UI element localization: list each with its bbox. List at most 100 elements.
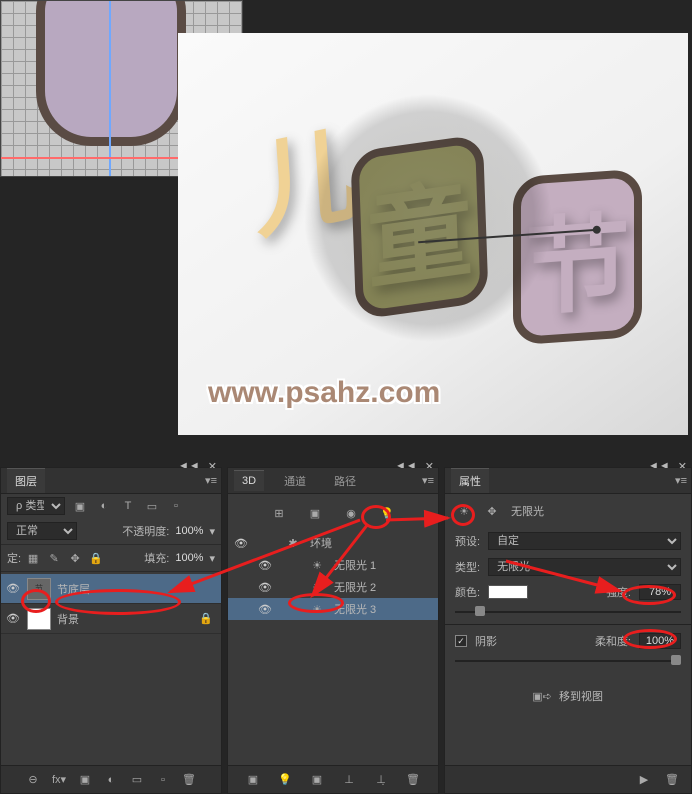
layer-item-bg[interactable]: 👁 背景 🔒 (1, 604, 221, 634)
move-view-label[interactable]: 移到视图 (559, 688, 603, 704)
3d-item-light3[interactable]: 👁 ☀ 无限光 3 (228, 598, 438, 620)
preset-label: 预设: (455, 533, 480, 549)
layer-thumb: 节 (27, 578, 51, 600)
camera-icon[interactable]: ▣ (308, 771, 326, 789)
tab-paths[interactable]: 路径 (326, 469, 364, 493)
slider-thumb[interactable] (671, 655, 681, 665)
lock-all-icon[interactable]: 🔒 (87, 549, 105, 567)
color-swatch[interactable] (488, 585, 528, 599)
visibility-icon[interactable]: 👁 (258, 581, 272, 594)
filter-type-icon[interactable]: T (119, 497, 137, 515)
props-tab-bar: 属性 ▾≡ (445, 468, 691, 494)
visibility-icon[interactable]: 👁 (258, 603, 272, 616)
tab-3d[interactable]: 3D (234, 470, 264, 491)
group-icon[interactable]: ▭ (128, 771, 146, 789)
blend-row: 正常 不透明度: 100%▾ (1, 518, 221, 545)
filter-scene-icon[interactable]: ⊞ (270, 504, 288, 522)
type-select[interactable]: 无限光 (488, 558, 681, 576)
opacity-chevron[interactable]: ▾ (209, 525, 215, 538)
intensity-label: 强度: (606, 584, 631, 600)
lock-label: 定: (7, 550, 21, 566)
softness-slider[interactable] (455, 655, 681, 667)
ground-icon[interactable]: ⊥ (340, 771, 358, 789)
visibility-icon[interactable]: 👁 (5, 582, 21, 595)
intensity-input[interactable] (639, 584, 681, 600)
intensity-slider[interactable] (455, 606, 681, 618)
env-icon: ✱ (286, 537, 300, 550)
tab-layers[interactable]: 图层 (7, 468, 45, 493)
panel-menu-icon[interactable]: ▾≡ (205, 474, 217, 487)
trash-icon[interactable]: 🗑 (663, 771, 681, 789)
filter-light-icon[interactable]: 💡 (378, 504, 396, 522)
mask-icon[interactable]: ▣ (76, 771, 94, 789)
visibility-icon[interactable]: 👁 (5, 612, 21, 625)
opacity-label: 不透明度: (122, 523, 169, 539)
type-row: 类型: 无限光 (445, 554, 691, 580)
canvas-main[interactable]: 儿 童 节 www.psahz.com (178, 33, 688, 435)
light-icon: ☀ (310, 581, 324, 594)
watermark-main: www.psahz.com (208, 376, 440, 410)
tab-properties[interactable]: 属性 (451, 468, 489, 493)
opacity-value[interactable]: 100% (172, 525, 206, 537)
color-row: 颜色: 强度: (445, 580, 691, 604)
visibility-icon[interactable]: 👁 (258, 559, 272, 572)
light-icon: ☀ (310, 559, 324, 572)
filter-smart-icon[interactable]: ▫ (167, 497, 185, 515)
panel-menu-icon[interactable]: ▾≡ (422, 474, 434, 487)
3d-item-env[interactable]: 👁 ✱ 环境 (228, 532, 438, 554)
fx-icon[interactable]: fx▾ (50, 771, 68, 789)
shadow-label: 阴影 (475, 633, 497, 649)
tab-channels[interactable]: 通道 (276, 469, 314, 493)
layer-name[interactable]: 背景 (57, 611, 79, 627)
move-view-icon[interactable]: ▣➪ (533, 687, 551, 705)
visibility-icon[interactable]: 👁 (234, 537, 248, 550)
filter-material-icon[interactable]: ◉ (342, 504, 360, 522)
lock-paint-icon[interactable]: ✎ (45, 549, 63, 567)
lock-trans-icon[interactable]: ▦ (24, 549, 42, 567)
render-icon[interactable]: ▶ (635, 771, 653, 789)
panel-menu-icon[interactable]: ▾≡ (675, 474, 687, 487)
item-label: 环境 (310, 535, 332, 551)
light-gizmo[interactable] (303, 93, 553, 343)
render-icon[interactable]: ▣ (244, 771, 262, 789)
light-new-icon[interactable]: 💡 (276, 771, 294, 789)
panel-row: ◄◄✕ 图层 ▾≡ ρ 类型 ▣ ◐ T ▭ ▫ 正常 不透明度: 100%▾ … (0, 467, 692, 794)
adjustment-icon[interactable]: ◐ (102, 771, 120, 789)
link-icon[interactable]: ⊖ (24, 771, 42, 789)
shadow-checkbox[interactable]: ✓ (455, 635, 467, 647)
fill-value[interactable]: 100% (172, 552, 206, 564)
layer-name[interactable]: 节底层 (57, 581, 90, 597)
layer-kind-select[interactable]: ρ 类型 (7, 497, 65, 515)
shadow-row: ✓ 阴影 柔和度: (445, 629, 691, 653)
lock-row: 定: ▦ ✎ ✥ 🔒 填充: 100%▾ (1, 545, 221, 572)
coord-cat-icon[interactable]: ✥ (483, 502, 501, 520)
3d-item-list: 👁 ✱ 环境 👁 ☀ 无限光 1 👁 ☀ 无限光 2 👁 ☀ (228, 530, 438, 622)
properties-panel: ◄◄✕ 属性 ▾≡ ☀ ✥ 无限光 预设: 自定 类型: 无限光 颜色: 强度:… (444, 467, 692, 794)
3d-item-light2[interactable]: 👁 ☀ 无限光 2 (228, 576, 438, 598)
filter-adjust-icon[interactable]: ◐ (95, 497, 113, 515)
type-label: 类型: (455, 559, 480, 575)
divider (445, 624, 691, 625)
filter-shape-icon[interactable]: ▭ (143, 497, 161, 515)
layer-thumb (27, 608, 51, 630)
slider-thumb[interactable] (475, 606, 485, 616)
preset-row: 预设: 自定 (445, 528, 691, 554)
layer-item-1[interactable]: 👁 节 节底层 (1, 574, 221, 604)
blend-mode-select[interactable]: 正常 (7, 522, 77, 540)
fill-chevron[interactable]: ▾ (209, 552, 215, 565)
softness-label: 柔和度: (595, 633, 631, 649)
filter-mesh-icon[interactable]: ▣ (306, 504, 324, 522)
light-icon: ☀ (310, 603, 324, 616)
new-layer-icon[interactable]: ▫ (154, 771, 172, 789)
3d-item-light1[interactable]: 👁 ☀ 无限光 1 (228, 554, 438, 576)
trash-icon[interactable]: 🗑 (180, 771, 198, 789)
softness-input[interactable] (639, 633, 681, 649)
preset-select[interactable]: 自定 (488, 532, 681, 550)
props-header: ☀ ✥ 无限光 (445, 494, 691, 528)
lock-pos-icon[interactable]: ✥ (66, 549, 84, 567)
ground2-icon[interactable]: ⊥̣ (372, 771, 390, 789)
filter-image-icon[interactable]: ▣ (71, 497, 89, 515)
light-title: 无限光 (511, 503, 544, 519)
light-cat-icon[interactable]: ☀ (455, 502, 473, 520)
trash-icon[interactable]: 🗑 (404, 771, 422, 789)
